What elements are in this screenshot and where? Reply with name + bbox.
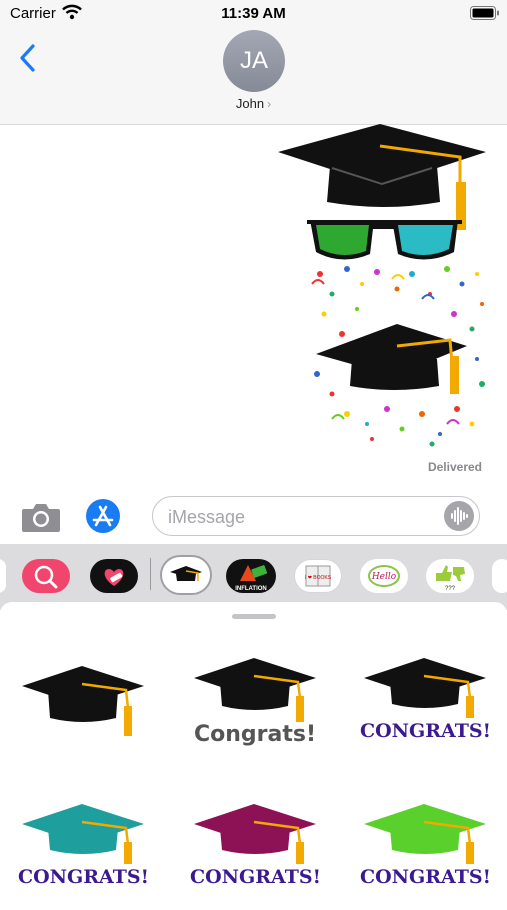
thumbs-app-icon[interactable]: ??? <box>426 559 474 593</box>
books-app-icon[interactable]: I ❤ BOOKS <box>294 559 342 593</box>
books-label: I ❤ BOOKS <box>305 575 332 581</box>
sticker-cap-maroon-congrats[interactable]: CONGRATS! <box>190 790 321 910</box>
hello-app-icon[interactable]: Hello <box>360 559 408 593</box>
contact-avatar[interactable]: JA <box>223 30 285 92</box>
sticker-cap-green-congrats[interactable]: CONGRATS! <box>360 790 491 910</box>
sunglasses-icon <box>307 220 462 260</box>
audio-waveform-icon[interactable] <box>444 501 474 531</box>
inflation-label: INFLATION <box>235 586 267 592</box>
thumbs-label: ??? <box>445 586 456 592</box>
sticker-cap-black[interactable] <box>18 648 148 768</box>
sent-graduation-sticker[interactable] <box>272 124 492 454</box>
sticker-caption: CONGRATS! <box>18 866 149 888</box>
partial-app-icon[interactable] <box>0 559 6 593</box>
inflation-app-icon[interactable]: INFLATION <box>226 559 276 593</box>
sticker-caption: CONGRATS! <box>360 866 491 888</box>
cap-board <box>364 658 486 698</box>
cap-board <box>22 666 144 706</box>
sticker-cap-congrats-gray[interactable]: Congrats! <box>190 642 320 762</box>
delivered-status: Delivered <box>427 460 482 474</box>
sticker-cap-congrats-purple[interactable]: CONGRATS! <box>360 642 491 762</box>
graduation-cap-app-icon[interactable] <box>160 555 212 595</box>
battery-icon <box>470 6 499 20</box>
sticker-cap-teal-congrats[interactable]: CONGRATS! <box>18 790 149 910</box>
cap-board <box>364 804 486 844</box>
avatar-initials: JA <box>239 47 268 74</box>
sticker-caption: CONGRATS! <box>360 720 491 742</box>
chevron-right-icon: › <box>267 97 272 111</box>
graduation-cap-icon <box>278 124 486 230</box>
contact-name: John <box>235 96 265 111</box>
drawer-separator <box>150 558 151 590</box>
message-placeholder: iMessage <box>168 507 246 527</box>
camera-icon[interactable] <box>22 502 60 532</box>
sticker-caption: CONGRATS! <box>190 866 321 888</box>
sticker-caption: Congrats! <box>193 722 316 747</box>
graduation-cap-small-icon <box>316 324 467 394</box>
photo-search-app-icon[interactable] <box>22 559 70 593</box>
panel-grabber-handle[interactable] <box>232 614 276 619</box>
app-store-icon[interactable] <box>86 499 120 533</box>
contact-name-button[interactable]: John › <box>0 96 507 111</box>
status-time: 11:39 AM <box>221 5 286 22</box>
heart-sticker-app-icon[interactable] <box>90 559 138 593</box>
back-chevron-icon[interactable] <box>18 42 38 74</box>
partial-app-icon-right[interactable] <box>492 559 507 593</box>
hello-label: Hello <box>371 572 397 582</box>
cap-board <box>194 658 316 698</box>
cap-board <box>194 804 316 844</box>
cap-board <box>22 804 144 844</box>
